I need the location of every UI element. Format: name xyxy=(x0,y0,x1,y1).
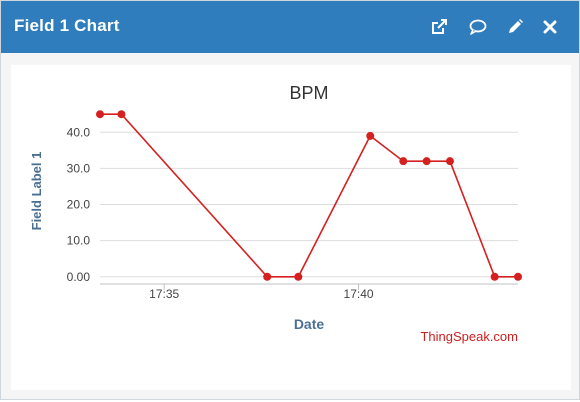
x-tick-label: 17:35 xyxy=(149,287,179,301)
data-point[interactable] xyxy=(399,157,408,166)
y-tick-label: 10.0 xyxy=(67,234,91,248)
data-point[interactable] xyxy=(445,157,454,166)
x-axis-label: Date xyxy=(294,316,325,332)
chart-title: BPM xyxy=(289,83,328,103)
data-point[interactable] xyxy=(294,272,303,281)
close-icon[interactable] xyxy=(538,15,562,39)
data-point[interactable] xyxy=(117,110,126,119)
x-axis: 17:35 17:40 xyxy=(100,283,518,301)
comment-icon[interactable] xyxy=(466,15,490,39)
pencil-icon[interactable] xyxy=(503,15,527,39)
x-tick-label: 17:40 xyxy=(344,287,374,301)
y-tick-label: 30.0 xyxy=(67,161,91,175)
data-point[interactable] xyxy=(514,272,522,281)
external-link-icon[interactable] xyxy=(427,15,451,39)
y-axis-label: Field Label 1 xyxy=(29,152,44,231)
data-point[interactable] xyxy=(96,110,104,119)
y-tick-label: 0.00 xyxy=(67,270,91,284)
chart-panel: BPM 0.00 10.0 20.0 30.0 40.0 17:35 17:40 Fiel… xyxy=(11,65,571,390)
y-tick-label: 40.0 xyxy=(67,125,91,139)
line-chart: BPM 0.00 10.0 20.0 30.0 40.0 17:35 17:40 Fiel… xyxy=(29,83,522,344)
data-point[interactable] xyxy=(263,272,272,281)
data-point[interactable] xyxy=(422,157,431,166)
data-point[interactable] xyxy=(366,131,375,140)
y-tick-label: 20.0 xyxy=(67,198,91,212)
data-point[interactable] xyxy=(490,272,499,281)
series-line xyxy=(100,113,518,278)
plot-area xyxy=(96,110,522,281)
credit-link[interactable]: ThingSpeak.com xyxy=(420,329,518,344)
chart-widget: Field 1 Chart BPM 0.00 10.0 20.0 30.0 40… xyxy=(0,0,580,400)
widget-title: Field 1 Chart xyxy=(14,16,120,35)
y-axis-ticks: 0.00 10.0 20.0 30.0 40.0 xyxy=(67,125,91,283)
widget-header: Field 1 Chart xyxy=(1,1,579,53)
